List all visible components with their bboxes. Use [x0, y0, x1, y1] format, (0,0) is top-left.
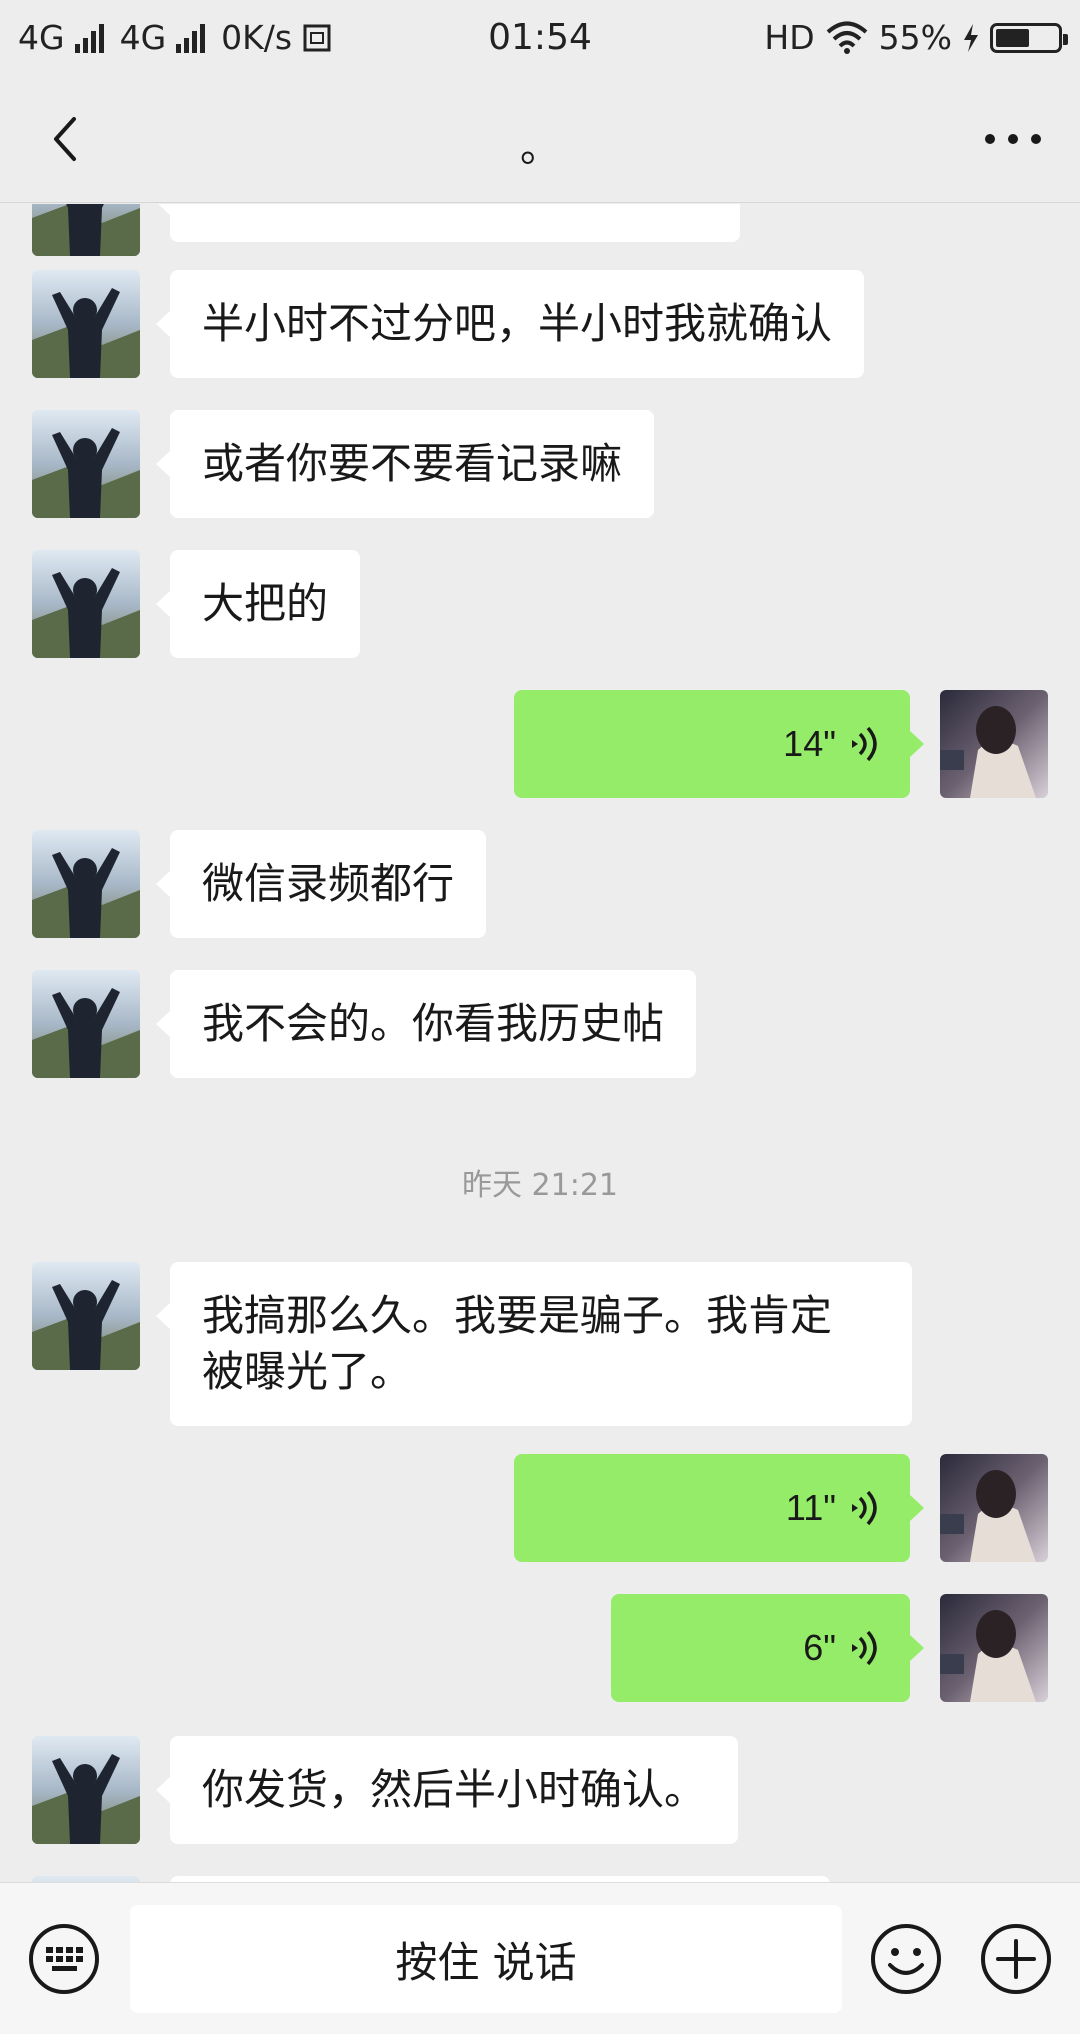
voice-message: 6": [611, 1594, 910, 1702]
message-text-line: 被曝光了。: [202, 1347, 413, 1396]
avatar[interactable]: [32, 970, 140, 1078]
network-speed: 0K/s: [221, 18, 293, 57]
my-avatar[interactable]: [940, 1594, 1048, 1702]
voice-message-bubble[interactable]: 6": [611, 1594, 924, 1702]
battery-fill: [996, 28, 1029, 47]
message-bubble[interactable]: 我搞那么久。我要是骗子。我肯定 被曝光了。: [156, 1262, 912, 1426]
voice-message: 14": [514, 690, 910, 798]
avatar[interactable]: [32, 1736, 140, 1844]
message-bubble[interactable]: 半小时不过分吧，半小时我就确认: [155, 270, 865, 378]
avatar[interactable]: [32, 830, 140, 938]
timestamp: 昨天 21:21: [462, 1168, 618, 1203]
avatar[interactable]: [32, 204, 140, 256]
network-label: 4G: [18, 18, 65, 57]
status-right: HD 55%: [764, 18, 1068, 57]
message-bubble[interactable]: 大把的: [155, 550, 361, 658]
signal-icon: [74, 23, 104, 53]
my-avatar[interactable]: [940, 690, 1048, 798]
battery-icon: [990, 22, 1068, 53]
voice-wave-icon: [852, 726, 877, 762]
hold-to-talk-button[interactable]: 按住 说话: [130, 1905, 842, 2013]
my-avatar[interactable]: [940, 1454, 1048, 1562]
voice-duration: 11": [785, 1487, 836, 1528]
message-text: 大把的: [202, 579, 329, 628]
message-text: 半小时不过分吧，半小时我就确认: [202, 299, 833, 348]
status-bar: 4G 4G 0K/s 01:54 HD 55%: [0, 0, 1080, 75]
voice-duration: 6": [803, 1627, 836, 1668]
avatar[interactable]: [32, 270, 140, 378]
keyboard-icon[interactable]: [28, 1923, 100, 1995]
voice-duration: 14": [783, 723, 836, 764]
message-text-line: 我搞那么久。我要是骗子。我肯定: [202, 1291, 833, 1340]
chat-title: 。: [520, 125, 560, 171]
charging-icon: [964, 23, 978, 52]
message-text: 微信录频都行: [202, 859, 455, 908]
voice-wave-icon: [852, 1630, 877, 1666]
message-bubble[interactable]: 你发货，然后半小时确认。: [155, 1736, 739, 1844]
status-left: 4G 4G 0K/s: [18, 18, 332, 57]
more-dots-icon[interactable]: [978, 109, 1048, 169]
message-text: 你发货，然后半小时确认。: [202, 1765, 707, 1814]
input-bar: 按住 说话: [0, 1882, 1080, 2034]
avatar[interactable]: [32, 1262, 140, 1370]
voice-message-bubble[interactable]: 14": [514, 690, 924, 798]
message-list[interactable]: 半小时不过分吧，半小时我就确认 或者你要不要看记录嘛 大把的 14" 微信录频都…: [0, 204, 1080, 1882]
chat-header: 。: [0, 75, 1080, 203]
avatar[interactable]: [32, 410, 140, 518]
wifi-icon: [826, 21, 867, 54]
message-bubble[interactable]: 微信录频都行: [155, 830, 487, 938]
message-text: 我不会的。你看我历史帖: [202, 999, 665, 1048]
voice-message: 11": [514, 1454, 910, 1562]
emoji-icon[interactable]: [870, 1923, 942, 1995]
message-bubble[interactable]: 我不会的。你看我历史帖: [155, 970, 697, 1078]
chevron-left-icon[interactable]: [40, 109, 100, 169]
message-bubble-partial[interactable]: [156, 204, 740, 242]
voice-message-bubble[interactable]: 11": [514, 1454, 924, 1562]
plus-icon[interactable]: [980, 1923, 1052, 1995]
avatar[interactable]: [32, 550, 140, 658]
voice-wave-icon: [852, 1490, 877, 1526]
battery-percent: 55%: [878, 18, 952, 57]
sim-icon: [303, 24, 331, 51]
message-text: 或者你要不要看记录嘛: [202, 439, 623, 488]
network-label-2: 4G: [119, 18, 167, 57]
signal-icon-2: [176, 23, 206, 53]
message-bubble[interactable]: 或者你要不要看记录嘛: [155, 410, 655, 518]
hd-label: HD: [764, 18, 815, 57]
